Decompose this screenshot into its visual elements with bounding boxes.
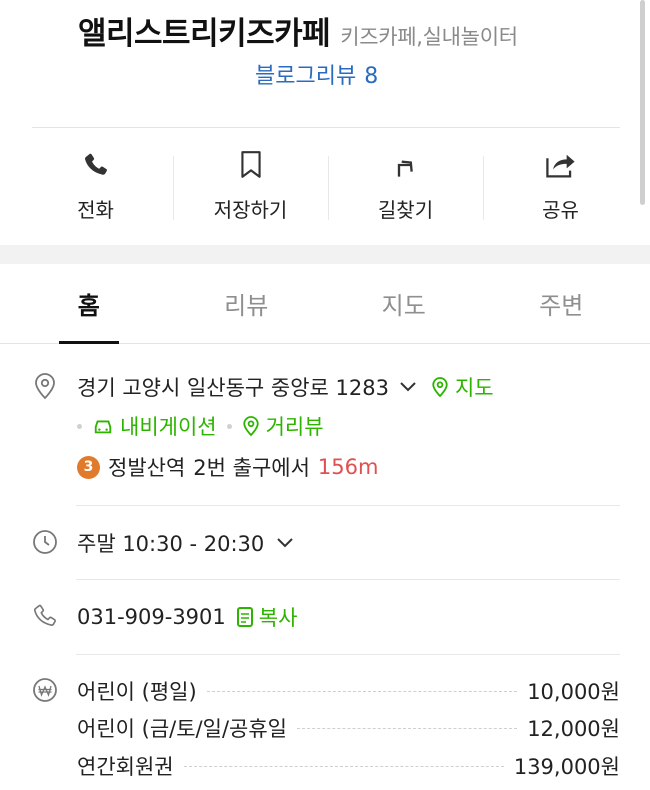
- subway-line-badge: 3: [77, 455, 100, 479]
- tab-nearby[interactable]: 주변: [483, 264, 641, 343]
- won-currency-icon: [31, 676, 59, 704]
- place-header: 앨리스트리키즈카페 키즈카페,실내놀이터 블로그리뷰 8 전화 저장하기 길찾기…: [0, 0, 650, 245]
- price-leader: [296, 727, 518, 729]
- price-label: 연간회원권: [77, 755, 174, 779]
- address-text: 경기 고양시 일산동구 중앙로 1283: [77, 376, 389, 400]
- address-row: 경기 고양시 일산동구 중앙로 1283 지도: [77, 372, 494, 402]
- save-button[interactable]: 저장하기: [173, 128, 328, 245]
- price-value: 10,000원: [527, 680, 620, 704]
- place-detail-page: 앨리스트리키즈카페 키즈카페,실내놀이터 블로그리뷰 8 전화 저장하기 길찾기…: [0, 0, 650, 790]
- bullet-dot: [77, 423, 82, 429]
- price-row: 어린이 (평일) 10,000원: [77, 676, 620, 706]
- directions-button[interactable]: 길찾기: [328, 128, 483, 245]
- clock-icon: [31, 528, 59, 556]
- phone-icon: [79, 148, 113, 182]
- action-bar: 전화 저장하기 길찾기 공유: [18, 128, 638, 245]
- price-row: 어린이 (금/토/일/공휴일 12,000원: [77, 713, 620, 743]
- map-pin-icon: [432, 377, 448, 398]
- expand-hours-chevron-icon[interactable]: [276, 537, 294, 549]
- street-view-link[interactable]: 거리뷰: [242, 411, 324, 441]
- price-value: 12,000원: [527, 717, 620, 741]
- tab-map[interactable]: 지도: [325, 264, 483, 343]
- phone-outline-icon: [31, 602, 59, 630]
- place-name: 앨리스트리키즈카페: [78, 16, 331, 52]
- tab-bar: 홈 리뷰 지도 주변: [0, 264, 650, 344]
- call-button[interactable]: 전화: [18, 128, 173, 245]
- expand-address-chevron-icon[interactable]: [399, 381, 417, 393]
- blog-review-label: 블로그리뷰: [255, 64, 357, 89]
- section-gap: [0, 245, 650, 264]
- scrollbar[interactable]: [640, 0, 645, 205]
- copy-button[interactable]: 복사: [236, 602, 298, 632]
- copy-label: 복사: [258, 606, 298, 630]
- place-category: 키즈카페,실내놀이터: [340, 25, 518, 49]
- subway-distance: 156m: [317, 455, 379, 479]
- map-link-label: 지도: [454, 376, 494, 400]
- copy-icon: [236, 607, 253, 627]
- location-pin-icon: [31, 372, 59, 400]
- share-label: 공유: [542, 198, 579, 222]
- phone-row: 031-909-3901 복사: [77, 602, 297, 632]
- row-divider: [76, 579, 620, 580]
- price-value: 139,000원: [513, 755, 620, 779]
- tab-home[interactable]: 홈: [10, 264, 168, 344]
- navigation-link[interactable]: 내비게이션: [92, 411, 217, 441]
- bookmark-icon: [234, 148, 268, 182]
- tab-reviews[interactable]: 리뷰: [168, 264, 326, 343]
- subway-station: 정발산역: [108, 456, 186, 480]
- bullet-dot: [226, 423, 232, 429]
- street-view-pin-icon: [242, 416, 259, 437]
- address-links-row: 내비게이션 거리뷰: [77, 411, 324, 441]
- row-divider: [76, 654, 620, 655]
- hours-row[interactable]: 주말 10:30 - 20:30: [77, 528, 294, 558]
- share-button[interactable]: 공유: [483, 128, 638, 245]
- phone-number[interactable]: 031-909-3901: [77, 605, 226, 629]
- save-label: 저장하기: [213, 198, 288, 222]
- share-icon: [544, 148, 578, 182]
- hours-text: 주말 10:30 - 20:30: [77, 532, 265, 556]
- row-divider: [76, 505, 620, 506]
- price-label: 어린이 (금/토/일/공휴일: [77, 717, 287, 741]
- price-leader: [183, 765, 504, 767]
- subway-exit: 2번 출구에서: [193, 456, 310, 480]
- blog-review-count: 8: [364, 64, 379, 89]
- car-icon: [94, 420, 112, 434]
- call-label: 전화: [77, 198, 114, 222]
- price-row: 연간회원권 139,000원: [77, 751, 620, 781]
- blog-review-link[interactable]: 블로그리뷰 8: [255, 58, 378, 90]
- price-leader: [206, 690, 518, 692]
- subway-row: 3 정발산역 2번 출구에서 156m: [77, 452, 378, 482]
- price-label: 어린이 (평일): [77, 680, 197, 704]
- directions-icon: [389, 148, 423, 182]
- street-view-link-label: 거리뷰: [265, 415, 324, 439]
- directions-label: 길찾기: [377, 198, 434, 222]
- title-row: 앨리스트리키즈카페 키즈카페,실내놀이터: [78, 8, 518, 53]
- map-link[interactable]: 지도: [431, 372, 494, 402]
- navigation-link-label: 내비게이션: [120, 415, 217, 439]
